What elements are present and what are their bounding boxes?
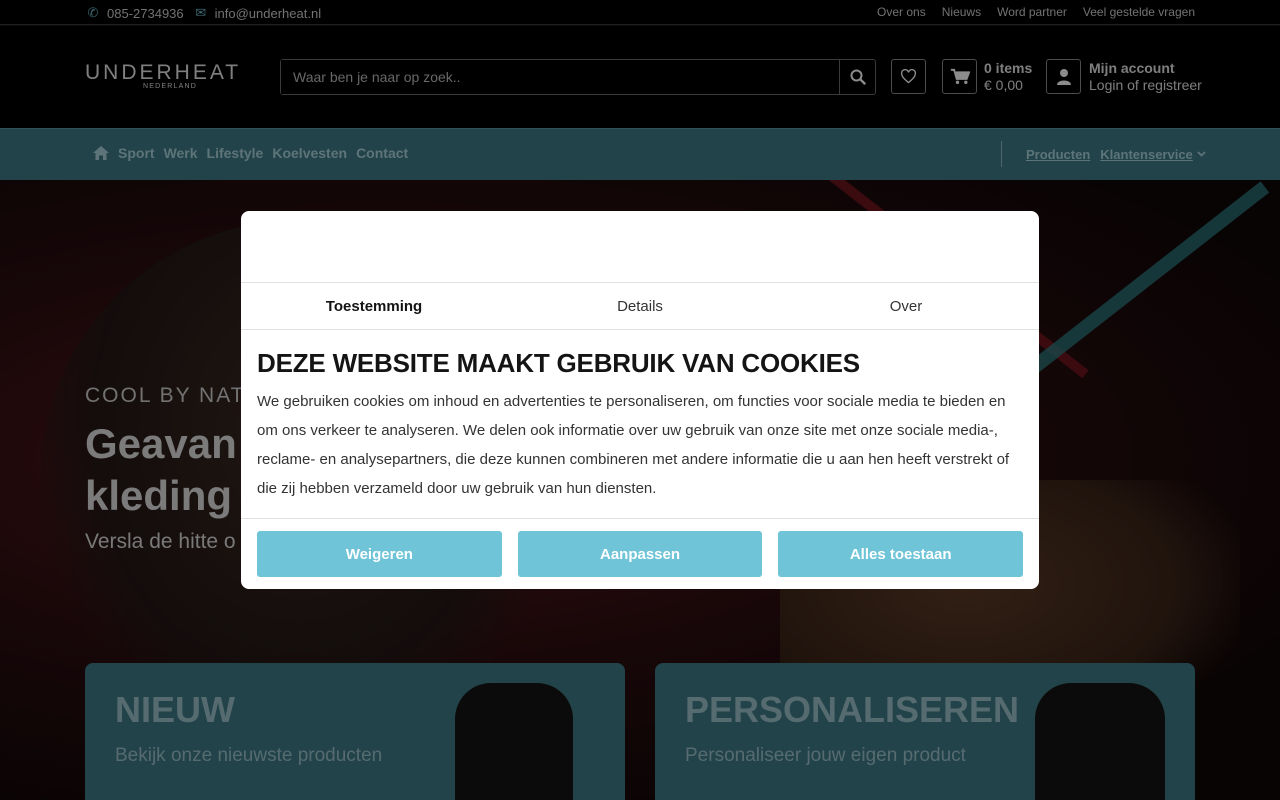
dialog-actions: Weigeren Aanpassen Alles toestaan <box>241 519 1039 589</box>
tab-over[interactable]: Over <box>773 283 1039 329</box>
dialog-text: We gebruiken cookies om inhoud en advert… <box>257 393 1010 497</box>
tab-toestemming[interactable]: Toestemming <box>241 283 507 329</box>
customize-button[interactable]: Aanpassen <box>517 531 763 577</box>
dialog-heading: DEZE WEBSITE MAAKT GEBRUIK VAN COOKIES <box>257 348 860 378</box>
decline-button[interactable]: Weigeren <box>257 531 502 577</box>
cookie-consent-dialog: Toestemming Details Over DEZE WEBSITE MA… <box>241 211 1039 589</box>
tab-details[interactable]: Details <box>507 283 773 329</box>
dialog-body: DEZE WEBSITE MAAKT GEBRUIK VAN COOKIES W… <box>241 330 1039 519</box>
dialog-tabs: Toestemming Details Over <box>241 283 1039 330</box>
dialog-logo-area <box>241 211 1039 283</box>
allow-all-button[interactable]: Alles toestaan <box>778 531 1024 577</box>
